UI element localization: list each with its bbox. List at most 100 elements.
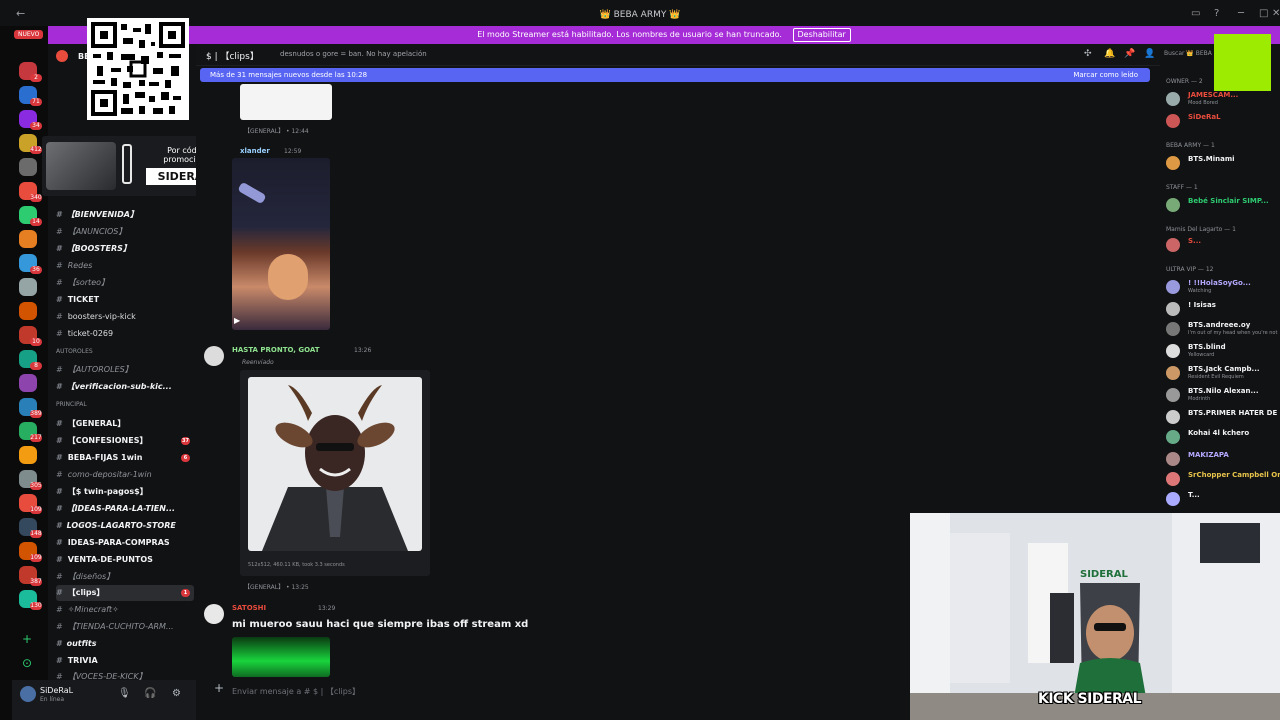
channel-item[interactable]: # IDEAS-PARA-COMPRAS <box>56 535 194 551</box>
member-item[interactable]: BTS.Nilo Alexan... Modrinth <box>1166 386 1280 404</box>
member-item[interactable]: BTS.andreee.oy I'm out of my head when yo… <box>1166 320 1280 338</box>
reply-reference[interactable]: 【GENERAL】 • 13:25 <box>244 582 309 591</box>
add-attachment-icon[interactable]: + <box>214 681 224 695</box>
channel-item[interactable]: # TRIVIA <box>56 653 194 669</box>
headphones-icon[interactable]: 🎧 <box>144 688 156 699</box>
channel-item[interactable]: # 【BOOSTERS】 <box>56 241 194 257</box>
reply-reference[interactable]: 【GENERAL】 • 12:44 <box>244 126 309 135</box>
unread-badge: 6 <box>181 454 190 462</box>
channel-item[interactable]: # ✧Minecraft✧ <box>56 602 194 618</box>
webcam-overlay: SIDERAL KICK SIDERAL <box>910 513 1280 720</box>
channel-item[interactable]: # 【CONFESIONES】 37 <box>56 433 194 449</box>
mention-badge: 148 <box>30 530 42 538</box>
channel-item[interactable]: # 【diseños】 <box>56 569 194 585</box>
disable-streamer-mode-button[interactable]: Deshabilitar <box>792 28 851 42</box>
channel-item[interactable]: # TICKET <box>56 292 194 308</box>
channel-item[interactable]: # 【VOCES-DE-KICK】 <box>56 669 194 680</box>
member-item[interactable]: BTS.Minami <box>1166 154 1280 172</box>
server-icon[interactable] <box>19 302 37 320</box>
threads-icon[interactable]: ✣ <box>1084 49 1092 59</box>
message-time: 13:26 <box>354 347 372 354</box>
avatar <box>1166 366 1180 380</box>
channel-item[interactable]: # 【TIENDA-CUCHITO-ARM... <box>56 619 194 635</box>
members-icon[interactable]: 👤 <box>1144 49 1155 59</box>
avatar[interactable] <box>204 604 224 624</box>
pin-icon[interactable]: 📌 <box>1124 49 1135 59</box>
channel-item[interactable]: # 【GENERAL】 <box>56 416 194 432</box>
gear-icon[interactable]: ⚙ <box>172 688 181 699</box>
channel-item[interactable]: # 【IDEAS-PARA-LA-TIEN... <box>56 501 194 517</box>
server-icon[interactable] <box>19 278 37 296</box>
explore-icon[interactable]: ⊙ <box>22 656 32 670</box>
hash-icon: # <box>56 453 63 462</box>
member-activity: Watching <box>1188 288 1212 294</box>
play-icon[interactable]: ▶ <box>234 316 240 325</box>
member-item[interactable]: SiDeRaL <box>1166 112 1280 130</box>
channel-name: 【BIENVENIDA】 <box>66 210 138 219</box>
message-image[interactable] <box>232 637 330 677</box>
channel-item[interactable]: # 【clips】 1 <box>56 585 194 601</box>
member-item[interactable]: BTS.Jack Campb... Resident Evil Requiem <box>1166 364 1280 382</box>
avatar[interactable] <box>20 686 36 702</box>
user-panel: SiDeRaL En línea 🎙 🎧 ⚙ <box>12 680 196 720</box>
channel-name: 【BOOSTERS】 <box>66 244 131 253</box>
mention-badge: 2 <box>30 74 42 82</box>
member-item[interactable]: JAMESCAM... Mood Bored <box>1166 90 1280 108</box>
mark-as-read-button[interactable]: Marcar como leído <box>1073 68 1138 82</box>
minimize-icon[interactable]: ─ <box>1238 8 1244 19</box>
inbox-icon[interactable]: ▭ <box>1191 8 1200 19</box>
add-server-icon[interactable]: + <box>22 632 32 646</box>
help-icon[interactable]: ? <box>1214 8 1219 19</box>
member-item[interactable]: ! !!HolaSoyGo... Watching <box>1166 278 1280 296</box>
channel-name: LOGOS-LAGARTO-STORE <box>66 521 176 530</box>
avatar[interactable] <box>204 346 224 366</box>
channel-name: 【clips】 <box>67 588 105 597</box>
channel-item[interactable]: # boosters-vip-kick <box>56 309 194 325</box>
message-author[interactable]: xlander <box>240 147 270 155</box>
channel-item[interactable]: # Redes <box>56 258 194 274</box>
member-item[interactable]: S... <box>1166 236 1280 254</box>
member-item[interactable]: T... <box>1166 490 1280 508</box>
server-icon[interactable] <box>19 158 37 176</box>
member-item[interactable]: BTS.blind Yellowcard <box>1166 342 1280 360</box>
new-messages-bar[interactable]: Más de 31 mensajes nuevos desde las 10:2… <box>200 68 1150 82</box>
close-icon[interactable]: ✕ <box>1272 8 1280 19</box>
channel-item[interactable]: # BEBA-FIJAS 1win 6 <box>56 450 194 466</box>
streamer-mode-banner: El modo Streamer está habilitado. Los no… <box>48 26 1280 44</box>
member-item[interactable]: ! Isisas <box>1166 300 1280 318</box>
channel-item[interactable]: # 【AUTOROLES】 <box>56 362 194 378</box>
member-name: Bebé Sinclair SIMP... <box>1188 197 1269 205</box>
member-item[interactable]: BTS.PRIMER HATER DE S... <box>1166 408 1280 426</box>
video-attachment[interactable]: ▶ <box>232 158 330 330</box>
channel-item[interactable]: # 【verificacion-sub-kic... <box>56 379 194 395</box>
channel-item[interactable]: # outfits <box>56 636 194 652</box>
channel-item[interactable]: # 【$ twin-pagos$】 <box>56 484 194 500</box>
channel-item[interactable]: # VENTA-DE-PUNTOS <box>56 552 194 568</box>
channel-category[interactable]: AUTOROLES <box>56 348 93 355</box>
message-author[interactable]: SATOSHI <box>232 604 266 612</box>
channel-item[interactable]: # como-depositar-1win <box>56 467 194 483</box>
member-item[interactable]: SrChopper Campbell Ortiz <box>1166 470 1280 488</box>
message-author[interactable]: HASTA PRONTO, GOAT <box>232 346 320 354</box>
member-item[interactable]: Bebé Sinclair SIMP... <box>1166 196 1280 214</box>
server-icon[interactable] <box>19 374 37 392</box>
server-icon[interactable] <box>19 230 37 248</box>
bull-image[interactable] <box>248 377 422 551</box>
message-image[interactable] <box>240 84 332 120</box>
message-input[interactable]: Enviar mensaje a # $ | 【clips】 <box>232 686 360 697</box>
bell-icon[interactable]: 🔔 <box>1104 49 1115 59</box>
member-item[interactable]: Kohai 4l kchero <box>1166 428 1280 446</box>
channel-item[interactable]: # ticket-0269 <box>56 326 194 342</box>
mention-badge: 412 <box>30 146 42 154</box>
search-input[interactable]: Buscar 👑 BEBA <box>1164 50 1212 61</box>
maximize-icon[interactable]: □ <box>1259 8 1268 19</box>
server-icon[interactable] <box>19 446 37 464</box>
channel-item[interactable]: # 【sorteo】 <box>56 275 194 291</box>
channel-item[interactable]: # 【ANUNCIOS】 <box>56 224 194 240</box>
channel-category[interactable]: PRINCIPAL <box>56 401 87 408</box>
member-item[interactable]: MAKIZAPA <box>1166 450 1280 468</box>
microphone-icon[interactable]: 🎙 <box>118 688 131 699</box>
channel-item[interactable]: # 【BIENVENIDA】 <box>56 207 194 223</box>
mention-badge: 8 <box>30 362 42 370</box>
channel-item[interactable]: # LOGOS-LAGARTO-STORE <box>56 518 194 534</box>
